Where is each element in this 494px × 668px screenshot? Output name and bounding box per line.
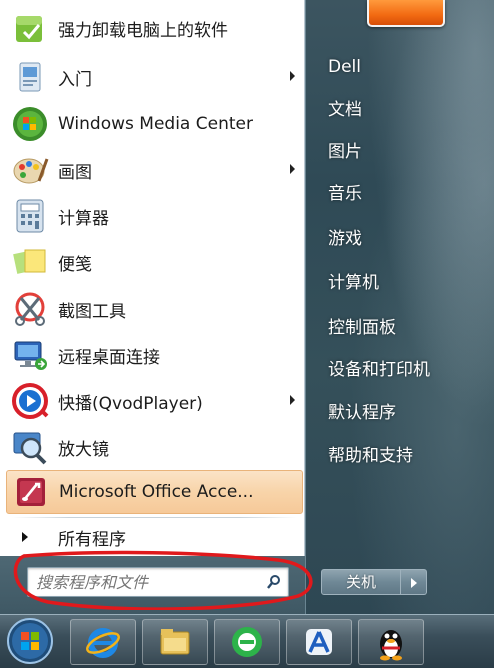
- taskbar-qq-button[interactable]: [358, 619, 424, 665]
- start-orb-icon[interactable]: [6, 617, 54, 665]
- right-item-default-programs[interactable]: 默认程序: [315, 396, 485, 430]
- program-item-getting-started[interactable]: 入门: [6, 55, 303, 99]
- program-label: 入门: [58, 69, 92, 90]
- user-picture[interactable]: [367, 0, 445, 27]
- search-icon[interactable]: [266, 574, 282, 590]
- right-item-dell[interactable]: Dell: [315, 50, 485, 84]
- submenu-arrow-icon[interactable]: [290, 395, 295, 405]
- program-label: 截图工具: [58, 301, 126, 322]
- right-item-games[interactable]: 游戏: [315, 222, 485, 256]
- all-programs-button[interactable]: 所有程序: [6, 521, 303, 553]
- submenu-arrow-icon[interactable]: [290, 164, 295, 174]
- program-item-media-center[interactable]: Windows Media Center: [6, 102, 303, 146]
- program-label: 画图: [58, 162, 92, 183]
- getting-started-icon: [10, 57, 50, 97]
- program-label: Windows Media Center: [58, 114, 253, 134]
- qvod-player-icon: [10, 381, 50, 421]
- internet-explorer-icon: [86, 628, 120, 658]
- browser-360-icon: [232, 627, 262, 657]
- program-item-uninstaller[interactable]: 强力卸载电脑上的软件: [6, 6, 303, 50]
- program-label: Microsoft Office Acce...: [59, 482, 254, 502]
- program-label: 远程桌面连接: [58, 347, 160, 368]
- right-item-documents[interactable]: 文档: [315, 93, 485, 127]
- separator: [12, 517, 297, 518]
- uninstaller-icon: [10, 8, 50, 48]
- magnifier-icon: [10, 427, 50, 467]
- program-item-snipping-tool[interactable]: 截图工具: [6, 287, 303, 331]
- qq-penguin-icon: [380, 630, 402, 661]
- calculator-icon: [10, 196, 50, 236]
- shutdown-options-arrow[interactable]: [401, 569, 427, 595]
- taskbar-explorer-button[interactable]: [142, 619, 208, 665]
- program-item-office-access[interactable]: Microsoft Office Acce...: [6, 470, 303, 514]
- taskbar-browser-360-button[interactable]: [214, 619, 280, 665]
- program-label: 强力卸载电脑上的软件: [58, 20, 228, 41]
- expand-arrow-icon: [22, 532, 28, 542]
- right-item-control-panel[interactable]: 控制面板: [315, 311, 485, 345]
- all-programs-label: 所有程序: [58, 529, 126, 550]
- remote-desktop-icon: [10, 335, 50, 375]
- right-item-help-support[interactable]: 帮助和支持: [315, 439, 485, 473]
- right-item-music[interactable]: 音乐: [315, 177, 485, 211]
- media-center-icon: [10, 104, 50, 144]
- sticky-notes-icon: [10, 242, 50, 282]
- program-label: 便笺: [58, 254, 92, 275]
- taskbar-app-button[interactable]: [286, 619, 352, 665]
- program-item-calculator[interactable]: 计算器: [6, 194, 303, 238]
- program-label: 快播(QvodPlayer): [58, 393, 203, 414]
- shutdown-button[interactable]: 关机: [321, 569, 401, 595]
- submenu-arrow-icon[interactable]: [290, 71, 295, 81]
- program-label: 放大镜: [58, 439, 109, 460]
- search-input[interactable]: [27, 567, 289, 597]
- program-item-qvod-player[interactable]: 快播(QvodPlayer): [6, 379, 303, 423]
- file-explorer-icon: [160, 629, 190, 655]
- right-item-devices-printers[interactable]: 设备和打印机: [315, 353, 485, 387]
- program-item-magnifier[interactable]: 放大镜: [6, 425, 303, 469]
- office-access-icon: [11, 472, 51, 512]
- paint-icon: [10, 150, 50, 190]
- taskbar-ie-button[interactable]: [70, 619, 136, 665]
- program-item-paint[interactable]: 画图: [6, 148, 303, 192]
- app-blue-icon: [306, 629, 332, 655]
- program-label: 计算器: [58, 208, 109, 229]
- snipping-tool-icon: [10, 289, 50, 329]
- program-item-sticky-notes[interactable]: 便笺: [6, 240, 303, 284]
- right-item-pictures[interactable]: 图片: [315, 135, 485, 169]
- program-item-remote-desktop[interactable]: 远程桌面连接: [6, 333, 303, 377]
- right-item-computer[interactable]: 计算机: [315, 266, 485, 300]
